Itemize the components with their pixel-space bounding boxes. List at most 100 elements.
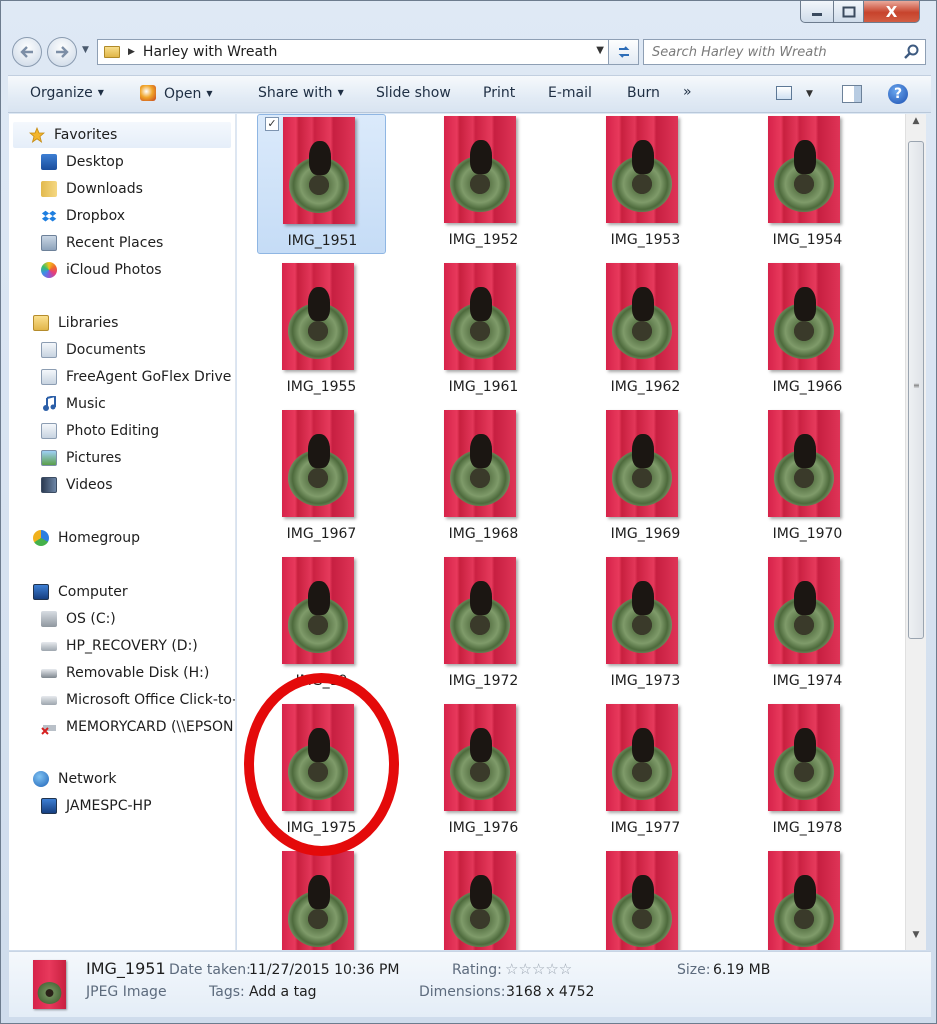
dog-shape: [794, 287, 816, 321]
file-name-label: IMG_1952: [448, 232, 519, 248]
photo-editing-icon: [41, 423, 57, 439]
file-tile[interactable]: IMG_1970: [743, 408, 872, 548]
nav-item-hp-recovery[interactable]: HP_RECOVERY (D:): [41, 633, 198, 659]
address-bar[interactable]: ▶ Harley with Wreath ▼: [97, 39, 609, 65]
search-icon[interactable]: [903, 44, 919, 60]
file-tile[interactable]: IMG_1972: [419, 555, 548, 695]
nav-libraries[interactable]: Libraries: [33, 310, 118, 336]
file-tile[interactable]: IMG_1952: [419, 114, 548, 254]
refresh-button[interactable]: [609, 39, 639, 65]
nav-item-freeagent-drive[interactable]: FreeAgent GoFlex Drive (F: [41, 364, 235, 390]
file-tile[interactable]: IMG_1969: [581, 408, 710, 548]
search-box[interactable]: [643, 39, 926, 65]
forward-button[interactable]: [47, 37, 77, 67]
minimize-button[interactable]: [800, 1, 834, 23]
file-tile[interactable]: IMG_1955: [257, 261, 386, 401]
share-with-menu[interactable]: Share with ▼: [258, 85, 344, 101]
nav-item-jamespc-hp[interactable]: JAMESPC-HP: [41, 793, 152, 819]
file-tile[interactable]: [581, 849, 710, 950]
search-input[interactable]: [652, 44, 902, 60]
file-tile[interactable]: IMG_1968: [419, 408, 548, 548]
scrollbar-thumb[interactable]: ≡: [908, 141, 924, 639]
music-icon: [43, 396, 56, 411]
nav-item-videos[interactable]: Videos: [41, 472, 113, 498]
more-commands-button[interactable]: »: [683, 84, 692, 100]
scroll-down-arrow-icon[interactable]: ▼: [906, 930, 926, 948]
help-button[interactable]: ?: [888, 84, 908, 104]
file-tile[interactable]: IMG_1978: [743, 702, 872, 842]
file-tile[interactable]: IMG_1953: [581, 114, 710, 254]
file-name-label: IMG_1962: [610, 379, 681, 395]
photo-thumbnail: [444, 851, 516, 950]
slide-show-button[interactable]: Slide show: [376, 85, 451, 101]
nav-item-recent-places[interactable]: Recent Places: [41, 230, 163, 256]
libraries-icon: [33, 315, 49, 331]
file-name-label: IMG_1972: [448, 673, 519, 689]
back-button[interactable]: [12, 37, 42, 67]
nav-label: Documents: [66, 342, 146, 358]
selection-checkbox[interactable]: ✓: [265, 117, 279, 131]
recent-pages-dropdown[interactable]: ▼: [82, 45, 89, 55]
nav-item-office-click-to-run[interactable]: Microsoft Office Click-to-: [41, 687, 235, 713]
tags-value[interactable]: Add a tag: [249, 984, 317, 1000]
nav-item-removable-disk[interactable]: Removable Disk (H:): [41, 660, 209, 686]
burn-button[interactable]: Burn: [627, 85, 660, 101]
nav-item-desktop[interactable]: Desktop: [41, 149, 124, 175]
file-tile[interactable]: [257, 849, 386, 950]
vertical-scrollbar[interactable]: ▲ ≡ ▼: [905, 114, 926, 950]
nav-computer[interactable]: Computer: [33, 579, 128, 605]
scroll-up-arrow-icon[interactable]: ▲: [906, 116, 926, 134]
file-tile[interactable]: ✓ IMG_1951: [257, 114, 386, 254]
grip-icon: ≡: [913, 381, 920, 390]
file-name-label: IMG_1967: [286, 526, 357, 542]
file-tile[interactable]: IMG_1966: [743, 261, 872, 401]
preview-pane-icon[interactable]: [842, 85, 862, 103]
nav-item-photo-editing[interactable]: Photo Editing: [41, 418, 159, 444]
view-dropdown-icon[interactable]: ▼: [806, 89, 813, 99]
nav-item-music[interactable]: Music: [41, 391, 106, 417]
file-tile[interactable]: IMG_1977: [581, 702, 710, 842]
file-tile[interactable]: IMG_1967: [257, 408, 386, 548]
nav-label: Photo Editing: [66, 423, 160, 439]
file-tile[interactable]: IMG_1961: [419, 261, 548, 401]
photo-thumbnail: [282, 410, 354, 517]
nav-item-pictures[interactable]: Pictures: [41, 445, 121, 471]
file-tile[interactable]: IMG_1973: [581, 555, 710, 695]
nav-item-os-c[interactable]: OS (C:): [41, 606, 116, 632]
file-tile[interactable]: IMG_1974: [743, 555, 872, 695]
nav-network[interactable]: Network: [33, 766, 116, 792]
breadcrumb-current[interactable]: Harley with Wreath: [143, 44, 277, 60]
file-tile[interactable]: [419, 849, 548, 950]
nav-item-memorycard[interactable]: MEMORYCARD (\\EPSON: [41, 714, 234, 740]
breadcrumb-chevron-icon[interactable]: ▶: [128, 47, 135, 57]
dog-shape: [470, 728, 492, 762]
nav-item-downloads[interactable]: Downloads: [41, 176, 143, 202]
file-tile[interactable]: IMG_1954: [743, 114, 872, 254]
nav-item-documents[interactable]: Documents: [41, 337, 146, 363]
nav-homegroup[interactable]: Homegroup: [33, 525, 140, 551]
rating-stars[interactable]: ☆☆☆☆☆: [505, 960, 572, 978]
organize-menu[interactable]: Organize ▼: [30, 85, 104, 101]
date-taken-value[interactable]: 11/27/2015 10:36 PM: [249, 962, 399, 978]
photo-thumbnail: [606, 410, 678, 517]
dog-shape: [794, 434, 816, 468]
nav-label: JAMESPC-HP: [66, 798, 152, 814]
file-tile[interactable]: IMG_1976: [419, 702, 548, 842]
change-view-icon[interactable]: [776, 86, 792, 100]
open-menu[interactable]: Open ▼: [140, 85, 213, 102]
photo-thumbnail: [768, 116, 840, 223]
nav-label: Music: [66, 396, 106, 412]
close-button[interactable]: X: [864, 1, 920, 23]
nav-favorites[interactable]: Favorites: [13, 122, 231, 148]
file-tile[interactable]: [743, 849, 872, 950]
email-button[interactable]: E-mail: [548, 85, 592, 101]
nav-item-dropbox[interactable]: Dropbox: [41, 203, 125, 229]
dog-shape: [632, 434, 654, 468]
file-tile[interactable]: IMG_1962: [581, 261, 710, 401]
address-dropdown-icon[interactable]: ▼: [596, 45, 604, 56]
nav-item-icloud-photos[interactable]: iCloud Photos: [41, 257, 162, 283]
maximize-button[interactable]: [834, 1, 864, 23]
file-name-label: IMG_1968: [448, 526, 519, 542]
dog-shape: [308, 287, 330, 321]
print-button[interactable]: Print: [483, 85, 515, 101]
